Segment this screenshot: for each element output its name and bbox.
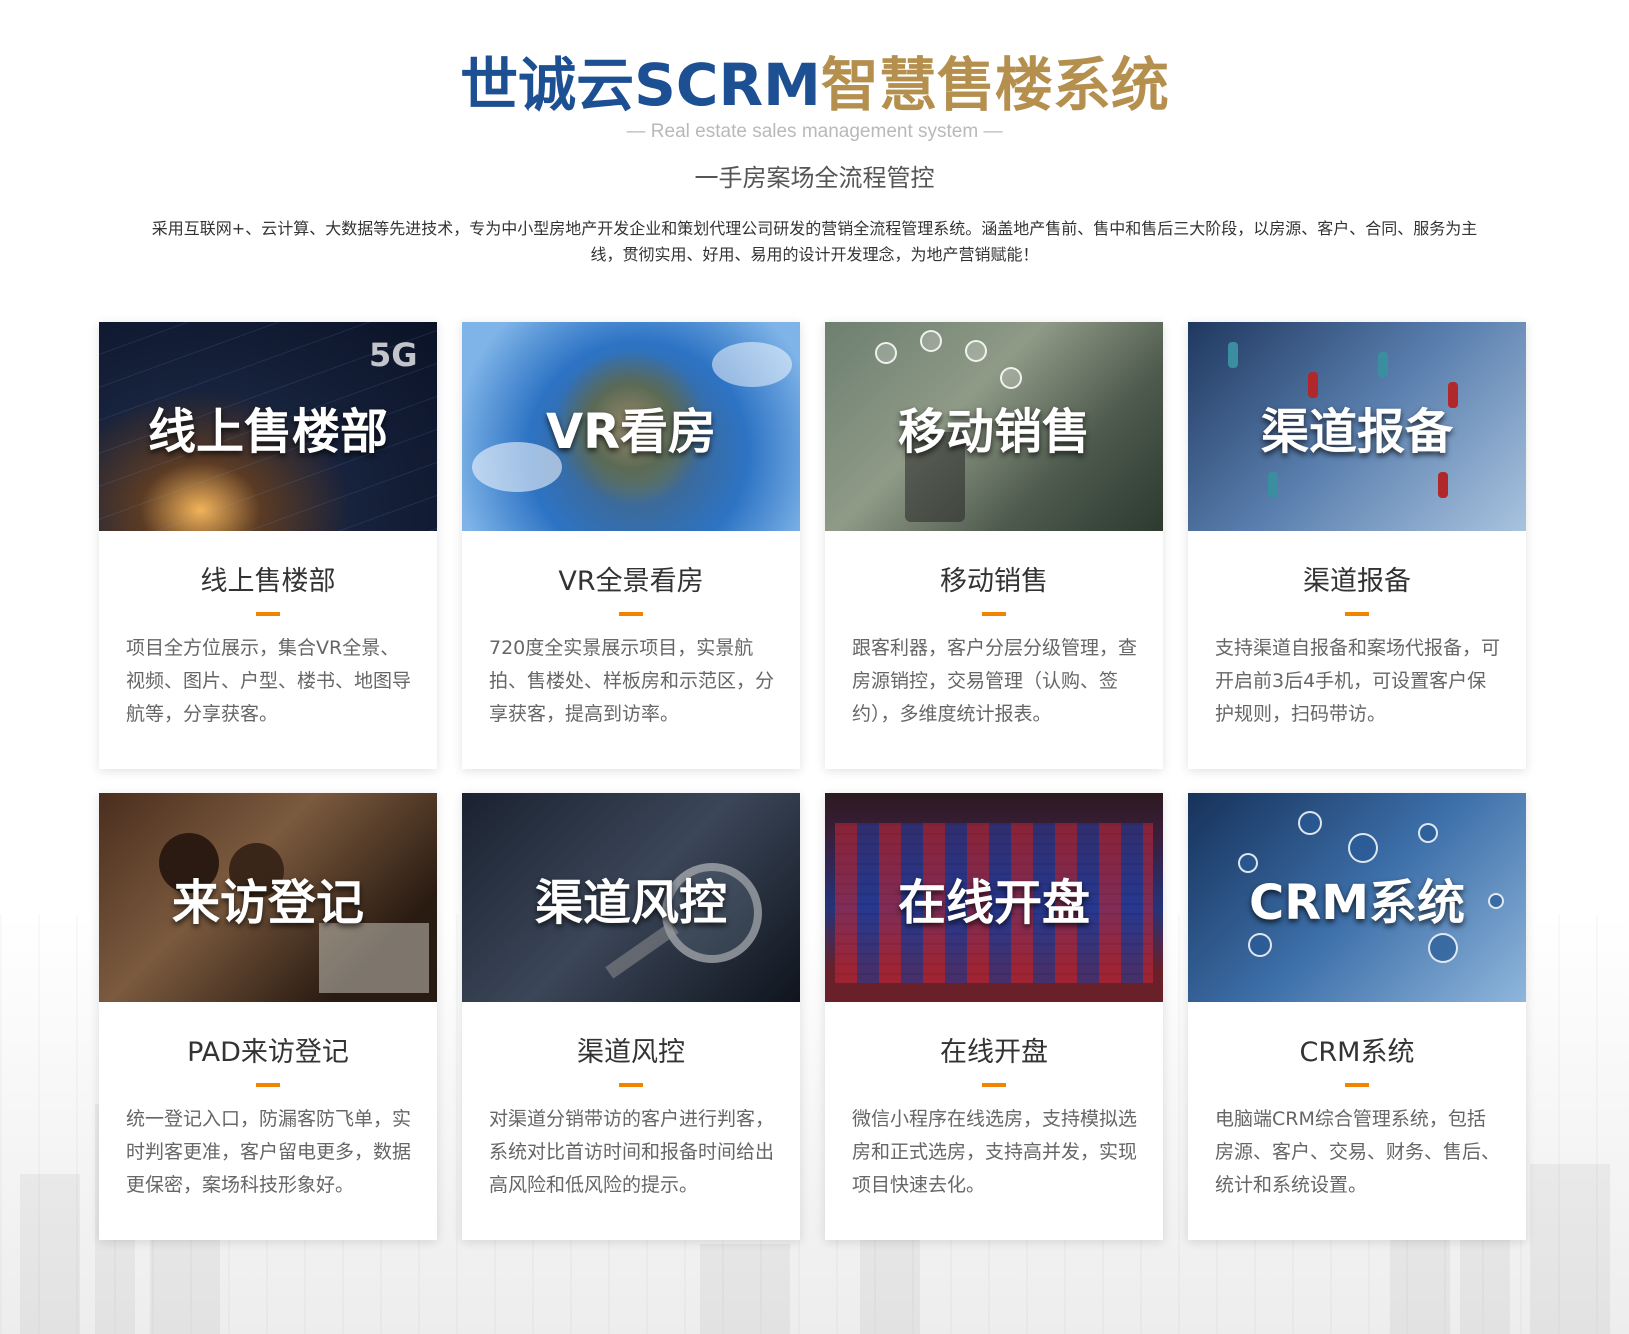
card-banner-image: 渠道报备 — [1188, 322, 1526, 531]
card-title: 移动销售 — [940, 566, 1048, 597]
page-title: 世诚云SCRM智慧售楼系统 — [0, 52, 1629, 118]
accent-bar — [619, 1083, 643, 1087]
card-description: 统一登记入口，防漏客防飞单，实时判客更准，客户留电更多，数据更保密，案场科技形象… — [126, 1108, 412, 1196]
accent-bar — [1345, 612, 1369, 616]
title-product: 智慧售楼系统 — [820, 51, 1169, 119]
card-title: 在线开盘 — [940, 1037, 1048, 1068]
card-title: CRM系统 — [1299, 1037, 1415, 1068]
intro-description: 采用互联网+、云计算、大数据等先进技术，专为中小型房地产开发企业和策划代理公司研… — [151, 219, 1478, 264]
banner-text: CRM系统 — [1249, 874, 1465, 931]
accent-bar — [256, 612, 280, 616]
page-header: 世诚云SCRM智慧售楼系统 — Real estate sales manage… — [0, 52, 1629, 268]
banner-text: 渠道风控 — [534, 874, 727, 931]
accent-bar — [256, 1083, 280, 1087]
feature-card-pad-visitor-registration[interactable]: 来访登记 PAD来访登记 统一登记入口，防漏客防飞单，实时判客更准，客户留电更多… — [99, 793, 437, 1240]
feature-card-online-opening[interactable]: 在线开盘 在线开盘 微信小程序在线选房，支持模拟选房和正式选房，支持高并发，实现… — [825, 793, 1163, 1240]
card-banner-image: 来访登记 — [99, 793, 437, 1002]
card-title: 渠道报备 — [1303, 566, 1411, 597]
feature-card-channel-registration[interactable]: 渠道报备 渠道报备 支持渠道自报备和案场代报备，可开启前3后4手机，可设置客户保… — [1188, 322, 1526, 769]
card-banner-image: 移动销售 — [825, 322, 1163, 531]
card-title: VR全景看房 — [558, 566, 704, 597]
feature-card-vr-viewing[interactable]: VR看房 VR全景看房 720度全实景展示项目，实景航拍、售楼处、样板房和示范区… — [462, 322, 800, 769]
accent-bar — [1345, 1083, 1369, 1087]
banner-text: 在线开盘 — [897, 874, 1090, 931]
banner-text: VR看房 — [545, 403, 717, 460]
feature-card-mobile-sales[interactable]: 移动销售 移动销售 跟客利器，客户分层分级管理，查房源销控，交易管理（认购、签约… — [825, 322, 1163, 769]
card-description: 720度全实景展示项目，实景航拍、售楼处、样板房和示范区，分享获客，提高到访率。 — [489, 637, 775, 725]
card-title: 线上售楼部 — [200, 566, 336, 597]
feature-card-channel-risk-control[interactable]: 渠道风控 渠道风控 对渠道分销带访的客户进行判客，系统对比首访时间和报备时间给出… — [462, 793, 800, 1240]
card-banner-image: 5G 线上售楼部 — [99, 322, 437, 531]
subtitle-english: — Real estate sales management system — — [626, 121, 1003, 142]
card-description: 微信小程序在线选房，支持模拟选房和正式选房，支持高并发，实现项目快速去化。 — [852, 1108, 1138, 1196]
card-banner-image: 在线开盘 — [825, 793, 1163, 1002]
card-title: PAD来访登记 — [187, 1037, 349, 1068]
banner-text: 来访登记 — [171, 874, 364, 931]
feature-card-crm-system[interactable]: CRM系统 CRM系统 电脑端CRM综合管理系统，包括房源、客户、交易、财务、售… — [1188, 793, 1526, 1240]
banner-text: 渠道报备 — [1260, 403, 1453, 460]
accent-bar — [982, 1083, 1006, 1087]
accent-bar — [619, 612, 643, 616]
card-banner-image: 渠道风控 — [462, 793, 800, 1002]
card-description: 对渠道分销带访的客户进行判客，系统对比首访时间和报备时间给出高风险和低风险的提示… — [489, 1108, 775, 1196]
banner-text: 线上售楼部 — [147, 403, 388, 460]
card-banner-image: CRM系统 — [1188, 793, 1526, 1002]
banner-text: 移动销售 — [897, 403, 1090, 460]
card-title: 渠道风控 — [577, 1037, 685, 1068]
card-description: 电脑端CRM综合管理系统，包括房源、客户、交易、财务、售后、统计和系统设置。 — [1215, 1108, 1501, 1196]
card-description: 项目全方位展示，集合VR全景、视频、图片、户型、楼书、地图导航等，分享获客。 — [126, 637, 412, 725]
accent-bar — [982, 612, 1006, 616]
feature-card-online-sales-office[interactable]: 5G 线上售楼部 线上售楼部 项目全方位展示，集合VR全景、视频、图片、户型、楼… — [99, 322, 437, 769]
card-description: 跟客利器，客户分层分级管理，查房源销控，交易管理（认购、签约），多维度统计报表。 — [852, 637, 1138, 725]
title-brand: 世诚云SCRM — [460, 51, 821, 119]
card-description: 支持渠道自报备和案场代报备，可开启前3后4手机，可设置客户保护规则，扫码带访。 — [1215, 637, 1501, 725]
5g-badge: 5G — [369, 336, 418, 374]
tagline: 一手房案场全流程管控 — [694, 164, 935, 192]
card-banner-image: VR看房 — [462, 322, 800, 531]
